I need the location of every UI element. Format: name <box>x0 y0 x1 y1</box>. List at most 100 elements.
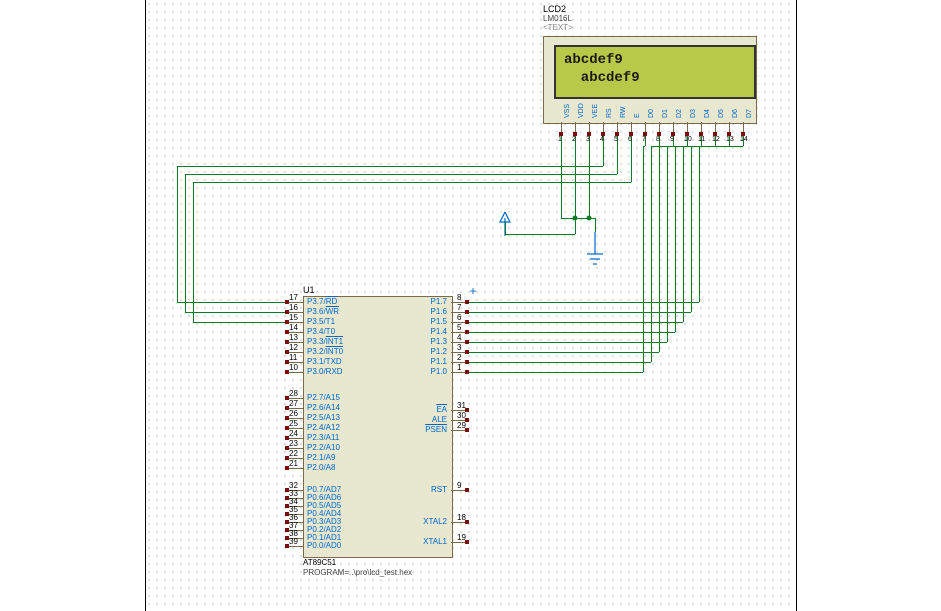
wire <box>675 146 676 332</box>
lcd-pin-number: 4 <box>600 136 604 143</box>
mcu-pin-name: P3.7/RD <box>307 297 337 306</box>
wire <box>651 146 659 147</box>
mcu-pin-number: 8 <box>457 293 461 302</box>
lcd-pin-label: E <box>634 113 641 118</box>
mcu-pin-name: P2.3/A11 <box>307 433 339 442</box>
mcu-pin-name: P1.4 <box>431 327 447 336</box>
mcu-pin-name: P0.0/AD0 <box>307 541 341 550</box>
mcu-pin-number: 24 <box>289 429 298 438</box>
wire <box>467 322 683 323</box>
lcd-pin-number: 14 <box>740 136 748 143</box>
wire <box>193 182 194 322</box>
lcd-pin-number: 6 <box>628 136 632 143</box>
wire <box>193 322 287 323</box>
lcd-display: abcdef9 abcdef9 <box>554 45 756 99</box>
mcu-pin-number: 22 <box>289 449 298 458</box>
mcu-pin-terminal <box>465 320 469 324</box>
mcu-pin-name: RST <box>431 485 447 494</box>
mcu-pin-name: P1.1 <box>431 357 447 366</box>
lcd-pin-label: D7 <box>746 109 753 118</box>
wire <box>467 362 651 363</box>
lcd-pin-label: RS <box>606 108 613 118</box>
ground-symbol <box>585 232 605 272</box>
mcu-pin-name: XTAL2 <box>423 517 447 526</box>
wire <box>589 136 590 218</box>
wire <box>643 146 644 372</box>
lcd-pin-number: 3 <box>586 136 590 143</box>
mcu-pin-number: 30 <box>457 411 466 420</box>
wire <box>561 136 562 218</box>
mcu-pin-terminal <box>465 488 469 492</box>
mcu-pin-terminal <box>465 370 469 374</box>
lcd-pin-number: 2 <box>572 136 576 143</box>
mcu-pin-terminal <box>465 360 469 364</box>
schematic-canvas[interactable]: { "lcd": { "ref": "LCD2", "part": "LM016… <box>145 0 795 611</box>
mcu-pin-stub <box>287 372 303 373</box>
lcd-pin-label: D0 <box>648 109 655 118</box>
wire <box>651 146 652 362</box>
lcd-pin-number: 13 <box>726 136 734 143</box>
mcu-pin-stub <box>287 546 303 547</box>
mcu-pin-name: P3.1/TXD <box>307 357 342 366</box>
mcu-pin-name: P1.2 <box>431 347 447 356</box>
wire <box>683 146 684 322</box>
mcu-pin-number: 11 <box>289 353 297 362</box>
mcu-pin-name: P3.6/WR <box>307 307 339 316</box>
mcu-pin-number: 4 <box>457 333 461 342</box>
mcu-pin-terminal <box>465 300 469 304</box>
junction-node <box>573 216 578 221</box>
mcu-pin-name: P2.0/A8 <box>307 463 335 472</box>
junction-node <box>587 216 592 221</box>
mcu-pin-number: 19 <box>457 533 466 542</box>
wire <box>467 352 659 353</box>
lcd-pin-label: RW <box>620 106 627 118</box>
mcu-pin-number: 23 <box>289 439 298 448</box>
mcu-pin-number: 15 <box>289 313 298 322</box>
mcu-pin-number: 16 <box>289 303 298 312</box>
mcu-part: AT89C51 <box>303 558 336 567</box>
mcu-pin-name: P1.6 <box>431 307 447 316</box>
mcu-pin-number: 27 <box>289 399 298 408</box>
mcu-pin-number: 18 <box>457 513 466 522</box>
mcu-pin-name: P3.5/T1 <box>307 317 335 326</box>
wire <box>467 312 691 313</box>
lcd-line2: abcdef9 <box>564 70 640 86</box>
mcu-pin-number: 2 <box>457 353 461 362</box>
wire <box>691 146 692 312</box>
wire <box>595 218 596 232</box>
mcu-pin-number: 29 <box>457 421 466 430</box>
lcd-pin-label: D1 <box>662 109 669 118</box>
mcu-pin-name: P2.7/A15 <box>307 393 340 402</box>
mcu-pin-number: 6 <box>457 313 461 322</box>
probe-icon: + <box>469 284 476 298</box>
wire <box>177 166 178 302</box>
wire <box>185 312 287 313</box>
mcu-pin-name: EA <box>436 405 447 414</box>
mcu-pin-name: P3.0/RXD <box>307 367 343 376</box>
lcd-ref: LCD2 <box>543 4 566 14</box>
wire <box>505 222 506 234</box>
mcu-ref: U1 <box>303 285 315 295</box>
mcu-pin-name: P1.3 <box>431 337 447 346</box>
mcu-pin-name: P1.5 <box>431 317 447 326</box>
lcd-pin-number: 12 <box>712 136 720 143</box>
mcu-pin-name: P2.6/A14 <box>307 403 340 412</box>
lcd-pin-number: 8 <box>656 136 660 143</box>
wire <box>177 166 603 167</box>
mcu-pin-number: 10 <box>289 363 298 372</box>
wire <box>505 234 575 235</box>
mcu-pin-number: 14 <box>289 323 298 332</box>
mcu-pin-number: 5 <box>457 323 461 332</box>
lcd-text-prop: <TEXT> <box>543 23 573 32</box>
mcu-pin-number: 3 <box>457 343 461 352</box>
wire <box>699 146 743 147</box>
mcu-pin-name: P3.2/INT0 <box>307 347 343 356</box>
mcu-pin-number: 21 <box>289 459 298 468</box>
mcu-pin-number: 1 <box>457 363 461 372</box>
mcu-pin-terminal <box>465 340 469 344</box>
mcu-pin-name: P2.2/A10 <box>307 443 340 452</box>
mcu-pin-number: 12 <box>289 343 298 352</box>
mcu-pin-terminal <box>465 350 469 354</box>
wire <box>467 302 699 303</box>
mcu-pin-name: P1.7 <box>431 297 447 306</box>
